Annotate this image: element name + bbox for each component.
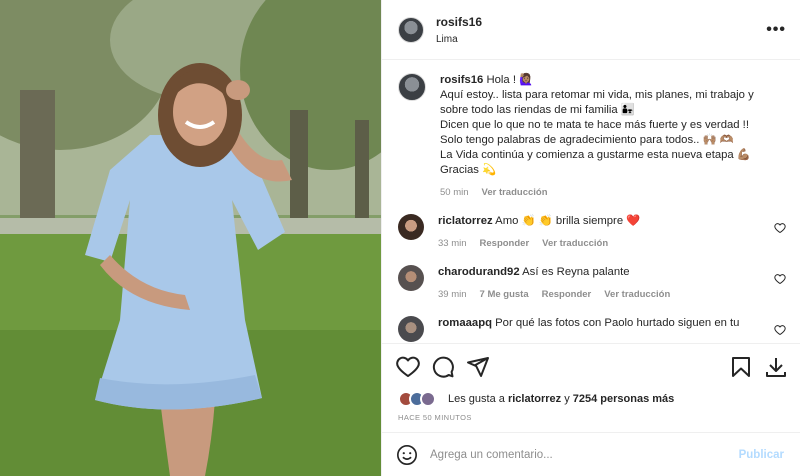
commenter-avatar[interactable] xyxy=(398,316,424,342)
commenter-avatar[interactable] xyxy=(398,265,424,291)
post-side-panel: rosifs16 Lima ••• rosifs16 Hola ! 🙋🏽‍♀️ … xyxy=(381,0,800,476)
caption-line: La Vida continúa y comienza a gustarme e… xyxy=(440,149,751,161)
caption-first-line: Hola ! 🙋🏽‍♀️ xyxy=(486,74,534,86)
likes-connector: y xyxy=(564,393,570,405)
comment-bubble-icon[interactable] xyxy=(431,355,455,379)
author-avatar[interactable] xyxy=(398,16,424,43)
likes-summary[interactable]: Les gusta a riclatorrez y 7254 personas … xyxy=(398,391,788,407)
author-username[interactable]: rosifs16 xyxy=(436,15,766,29)
liker-avatar xyxy=(420,391,436,407)
like-heart-icon[interactable] xyxy=(396,355,420,379)
caption-line: Solo tengo palabras de agradecimiento pa… xyxy=(440,134,734,146)
more-horizontal-icon[interactable]: ••• xyxy=(766,21,786,39)
comment-text: Amo 👏 👏 brilla siempre ❤️ xyxy=(495,215,641,227)
comment-time: 33 min xyxy=(438,238,467,249)
caption-line: sobre todo las riendas de mi familia 👨‍👧 xyxy=(440,104,635,116)
emoji-icon[interactable] xyxy=(396,444,418,466)
commenter-avatar[interactable] xyxy=(398,214,424,240)
comments-list[interactable]: rosifs16 Hola ! 🙋🏽‍♀️ Aquí estoy.. lista… xyxy=(382,61,800,343)
caption: rosifs16 Hola ! 🙋🏽‍♀️ Aquí estoy.. lista… xyxy=(398,73,786,200)
likes-user[interactable]: riclatorrez xyxy=(508,393,561,405)
reply-link[interactable]: Responder xyxy=(542,287,592,302)
comment-time: 39 min xyxy=(438,289,467,300)
post-actions-bar xyxy=(382,343,800,390)
caption-line: Gracias 💫 xyxy=(440,164,497,176)
comment-username[interactable]: riclatorrez xyxy=(438,215,493,227)
author-avatar[interactable] xyxy=(398,73,426,101)
download-icon[interactable] xyxy=(764,355,788,379)
like-comment-heart-icon[interactable] xyxy=(774,222,786,234)
caption-line: Dicen que lo que no te mata te hace más … xyxy=(440,119,749,131)
likes-count[interactable]: 7254 personas más xyxy=(573,393,675,405)
likes-prefix: Les gusta a xyxy=(448,393,505,405)
see-translation-link[interactable]: Ver traducción xyxy=(604,287,670,302)
caption-line: Aquí estoy.. lista para retomar mi vida,… xyxy=(440,89,754,101)
publish-button[interactable]: Publicar xyxy=(739,449,784,461)
comment-username[interactable]: charodurand92 xyxy=(438,266,520,278)
comment-text: Así es Reyna palante xyxy=(522,266,630,278)
likers-avatar-stack xyxy=(398,391,444,407)
like-comment-heart-icon[interactable] xyxy=(774,273,786,285)
see-translation-link[interactable]: Ver traducción xyxy=(482,185,548,200)
post-photo-illustration xyxy=(0,0,381,476)
comment-item: romaaapq Por qué las fotos con Paolo hur… xyxy=(398,316,786,342)
share-send-icon[interactable] xyxy=(466,355,490,379)
post-photo[interactable] xyxy=(0,0,381,476)
save-bookmark-icon[interactable] xyxy=(729,355,753,379)
reply-link[interactable]: Responder xyxy=(480,236,530,251)
comment-text: Por qué las fotos con Paolo hurtado sigu… xyxy=(495,317,740,329)
post-header: rosifs16 Lima ••• xyxy=(382,0,800,60)
like-comment-heart-icon[interactable] xyxy=(774,324,786,336)
comment-composer: Publicar xyxy=(382,432,800,476)
caption-username[interactable]: rosifs16 xyxy=(440,74,483,86)
see-translation-link[interactable]: Ver traducción xyxy=(542,236,608,251)
comment-item: riclatorrez Amo 👏 👏 brilla siempre ❤️ 33… xyxy=(398,214,786,251)
comment-input[interactable] xyxy=(430,448,739,461)
comment-username[interactable]: romaaapq xyxy=(438,317,492,329)
post-timestamp: HACE 50 MINUTOS xyxy=(398,413,472,422)
comment-likes-count[interactable]: 7 Me gusta xyxy=(480,287,529,302)
post-location[interactable]: Lima xyxy=(436,34,766,45)
caption-time: 50 min xyxy=(440,187,469,198)
comment-item: charodurand92 Así es Reyna palante 39 mi… xyxy=(398,265,786,302)
